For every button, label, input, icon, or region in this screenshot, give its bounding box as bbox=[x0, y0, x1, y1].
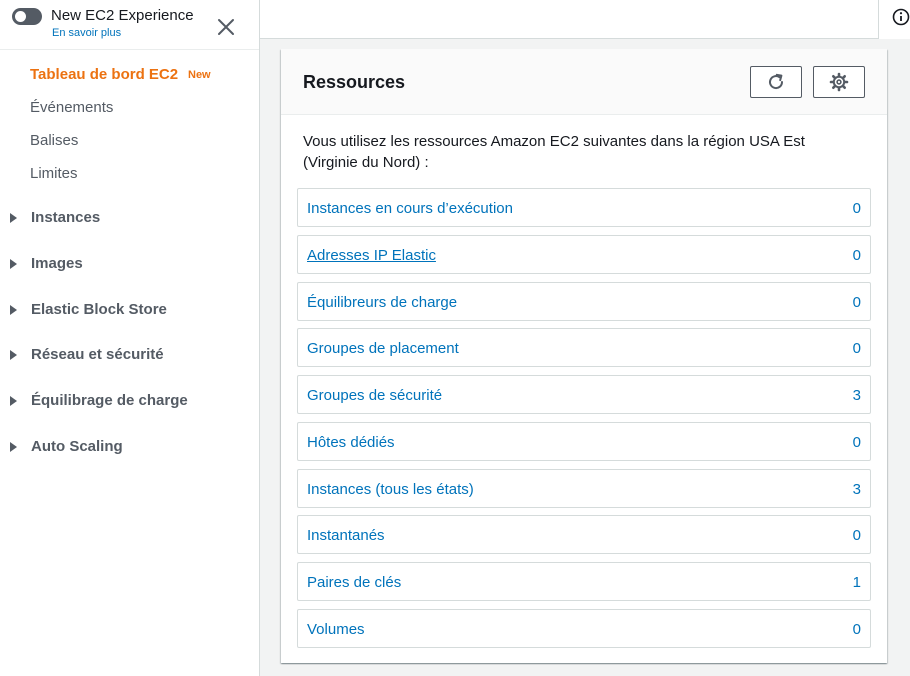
toggle-knob bbox=[15, 11, 26, 22]
top-bar bbox=[260, 0, 910, 39]
nav-link-tags[interactable]: Balises bbox=[30, 132, 78, 149]
resource-row-dedicated-hosts[interactable]: Hôtes dédiés 0 bbox=[297, 422, 871, 461]
resource-row-all-instances[interactable]: Instances (tous les états) 3 bbox=[297, 469, 871, 508]
resource-name[interactable]: Instances en cours d’exécution bbox=[307, 200, 513, 217]
nav-section-label: Auto Scaling bbox=[31, 438, 123, 455]
resource-count[interactable]: 0 bbox=[853, 621, 861, 638]
resource-name[interactable]: Volumes bbox=[307, 621, 365, 638]
nav-section-elastic-block-store[interactable]: Elastic Block Store bbox=[10, 301, 250, 323]
resource-name[interactable]: Paires de clés bbox=[307, 574, 401, 591]
resource-name[interactable]: Hôtes dédiés bbox=[307, 434, 395, 451]
resource-row-elastic-ips[interactable]: Adresses IP Elastic 0 bbox=[297, 235, 871, 274]
resource-name[interactable]: Groupes de sécurité bbox=[307, 387, 442, 404]
resource-name[interactable]: Groupes de placement bbox=[307, 340, 459, 357]
resource-count[interactable]: 0 bbox=[853, 527, 861, 544]
resource-count[interactable]: 0 bbox=[853, 247, 861, 264]
refresh-button[interactable] bbox=[750, 66, 802, 98]
info-icon[interactable] bbox=[892, 8, 910, 26]
resource-row-snapshots[interactable]: Instantanés 0 bbox=[297, 515, 871, 554]
caret-right-icon bbox=[10, 442, 17, 452]
resource-name[interactable]: Adresses IP Elastic bbox=[307, 247, 436, 264]
nav-section-images[interactable]: Images bbox=[10, 255, 250, 277]
caret-right-icon bbox=[10, 305, 17, 315]
nav-section-label: Images bbox=[31, 255, 83, 272]
panel-header: Ressources bbox=[281, 49, 887, 115]
settings-button[interactable] bbox=[813, 66, 865, 98]
nav-link-events[interactable]: Événements bbox=[30, 99, 113, 116]
resource-name[interactable]: Instantanés bbox=[307, 527, 385, 544]
resource-count[interactable]: 0 bbox=[853, 340, 861, 357]
new-badge: New bbox=[188, 69, 211, 81]
learn-more-link[interactable]: En savoir plus bbox=[52, 27, 121, 39]
new-experience-title: New EC2 Experience bbox=[51, 7, 194, 24]
close-icon[interactable] bbox=[214, 15, 238, 39]
resource-row-running-instances[interactable]: Instances en cours d’exécution 0 bbox=[297, 188, 871, 227]
resources-description: Vous utilisez les ressources Amazon EC2 … bbox=[303, 133, 805, 171]
sidebar: New EC2 Experience En savoir plus Tablea… bbox=[0, 0, 260, 676]
nav-link-limits[interactable]: Limites bbox=[30, 165, 78, 182]
nav-section-label: Réseau et sécurité bbox=[31, 346, 164, 363]
new-experience-toggle[interactable] bbox=[12, 8, 42, 25]
panel-title: Ressources bbox=[303, 72, 406, 92]
resource-count[interactable]: 1 bbox=[853, 574, 861, 591]
resource-row-key-pairs[interactable]: Paires de clés 1 bbox=[297, 562, 871, 601]
nav-section-instances[interactable]: Instances bbox=[10, 209, 250, 231]
resource-count[interactable]: 3 bbox=[853, 481, 861, 498]
caret-right-icon bbox=[10, 350, 17, 360]
info-panel-toggle[interactable] bbox=[878, 0, 910, 39]
resource-count[interactable]: 3 bbox=[853, 387, 861, 404]
nav-section-label: Instances bbox=[31, 209, 101, 226]
nav-section-label: Elastic Block Store bbox=[31, 301, 167, 318]
resource-row-load-balancers[interactable]: Équilibreurs de charge 0 bbox=[297, 282, 871, 321]
nav-section-network-security[interactable]: Réseau et sécurité bbox=[10, 346, 250, 368]
nav-section-auto-scaling[interactable]: Auto Scaling bbox=[10, 438, 250, 460]
resources-panel: Ressources Vous utilisez les ressources … bbox=[281, 49, 887, 663]
caret-right-icon bbox=[10, 259, 17, 269]
resource-count[interactable]: 0 bbox=[853, 294, 861, 311]
caret-right-icon bbox=[10, 396, 17, 406]
resource-count[interactable]: 0 bbox=[853, 434, 861, 451]
resource-count[interactable]: 0 bbox=[853, 200, 861, 217]
gear-icon bbox=[829, 72, 849, 92]
resource-row-placement-groups[interactable]: Groupes de placement 0 bbox=[297, 328, 871, 367]
resource-name[interactable]: Équilibreurs de charge bbox=[307, 294, 457, 311]
resource-name[interactable]: Instances (tous les états) bbox=[307, 481, 474, 498]
new-experience-header: New EC2 Experience En savoir plus bbox=[0, 0, 259, 50]
resource-row-volumes[interactable]: Volumes 0 bbox=[297, 609, 871, 648]
nav-section-label: Équilibrage de charge bbox=[31, 392, 188, 409]
nav-section-load-balancing[interactable]: Équilibrage de charge bbox=[10, 392, 250, 414]
caret-right-icon bbox=[10, 213, 17, 223]
refresh-icon bbox=[769, 73, 784, 90]
nav-link-ec2-dashboard[interactable]: Tableau de bord EC2 bbox=[30, 66, 178, 83]
resource-row-security-groups[interactable]: Groupes de sécurité 3 bbox=[297, 375, 871, 414]
